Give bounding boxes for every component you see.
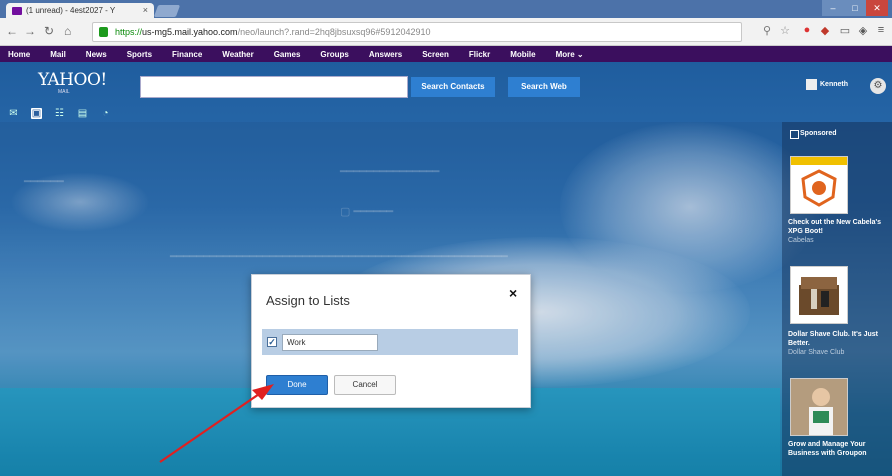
ad-title: Dollar Shave Club. It's Just Better. <box>788 331 878 347</box>
nav-sports[interactable]: Sports <box>127 50 152 59</box>
url-host: us-mg5.mail.yahoo.com <box>142 27 238 37</box>
ad-title: Grow and Manage Your Business with Group… <box>788 441 867 457</box>
nav-flickr[interactable]: Flickr <box>469 50 490 59</box>
list-item[interactable]: ✓ Work <box>262 329 518 355</box>
app-switcher: ✉ ▣ ☷ ▤ ◔ <box>8 108 111 119</box>
ad-text-shave[interactable]: Dollar Shave Club. It's Just Better. Dol… <box>788 330 892 357</box>
gear-icon[interactable]: ⚙ <box>870 78 886 94</box>
nav-weather[interactable]: Weather <box>222 50 253 59</box>
list-name: Work <box>282 334 378 351</box>
close-icon[interactable]: × <box>509 285 517 301</box>
menu-icon[interactable]: ≡ <box>874 24 888 36</box>
ad-source: Cabelas <box>788 237 814 244</box>
nav-answers[interactable]: Answers <box>369 50 402 59</box>
yahoo-favicon-icon <box>12 7 22 15</box>
star-icon[interactable]: ☆ <box>778 24 792 37</box>
cabelas-logo-icon <box>791 157 847 207</box>
yahoo-logo-sub: MAIL <box>58 89 70 95</box>
assign-to-lists-dialog: Assign to Lists × ✓ Work Done Cancel <box>251 274 531 408</box>
yahoo-logo[interactable]: YAHOO! <box>38 70 107 90</box>
url-input[interactable]: https://us-mg5.mail.yahoo.com/neo/launch… <box>92 22 742 42</box>
nav-screen[interactable]: Screen <box>422 50 449 59</box>
extension-icon[interactable]: ● <box>800 24 814 36</box>
calendar-icon[interactable]: ☷ <box>54 108 65 119</box>
ad-image-groupon[interactable] <box>790 378 848 436</box>
sponsored-header: Sponsored <box>790 130 837 139</box>
url-path: /neo/launch?.rand=2hq8jbsuxsq96#59120429… <box>237 27 431 37</box>
tab-title: (1 unread) - 4est2027 - Y <box>26 6 116 15</box>
nav-finance[interactable]: Finance <box>172 50 202 59</box>
nav-groups[interactable]: Groups <box>320 50 348 59</box>
key-icon[interactable]: ⚲ <box>760 24 774 37</box>
home-icon[interactable]: ⌂ <box>64 24 71 38</box>
avatar <box>806 79 817 90</box>
new-tab-button[interactable] <box>153 5 181 17</box>
nav-games[interactable]: Games <box>274 50 301 59</box>
person-photo-icon <box>791 379 847 435</box>
url-scheme: https:// <box>115 27 143 37</box>
lock-icon <box>99 27 108 37</box>
nav-news[interactable]: News <box>86 50 107 59</box>
yahoo-nav-bar: Home Mail News Sports Finance Weather Ga… <box>0 46 892 62</box>
search-input[interactable] <box>140 76 408 98</box>
notepad-icon[interactable]: ▤ <box>77 108 88 119</box>
browser-tabstrip: (1 unread) - 4est2027 - Y × – □ ✕ <box>0 0 892 18</box>
user-name: Kenneth <box>820 81 848 88</box>
ad-image-boot[interactable] <box>790 156 848 214</box>
tab-close-icon[interactable]: × <box>143 5 148 15</box>
dialog-title: Assign to Lists <box>266 293 350 308</box>
browser-tab[interactable]: (1 unread) - 4est2027 - Y × <box>6 3 154 18</box>
done-button[interactable]: Done <box>266 375 328 395</box>
search-web-button[interactable]: Search Web <box>508 77 580 97</box>
ad-text-boot[interactable]: Check out the New Cabela's XPG Boot! Cab… <box>788 218 892 245</box>
window-controls: – □ ✕ <box>822 0 888 16</box>
address-bar: ← → ↻ ⌂ https://us-mg5.mail.yahoo.com/ne… <box>0 18 892 46</box>
shave-box-icon <box>799 277 839 315</box>
nav-home[interactable]: Home <box>8 50 30 59</box>
nav-mobile[interactable]: Mobile <box>510 50 535 59</box>
search-contacts-button[interactable]: Search Contacts <box>411 77 495 97</box>
list-checkbox[interactable]: ✓ <box>267 337 277 347</box>
nav-more[interactable]: More ⌄ <box>556 50 584 59</box>
ad-title: Check out the New Cabela's XPG Boot! <box>788 219 882 235</box>
mail-icon[interactable]: ✉ <box>8 108 19 119</box>
minimize-icon[interactable]: – <box>822 0 844 16</box>
ad-image-shave[interactable] <box>790 266 848 324</box>
forward-icon[interactable]: → <box>24 24 36 38</box>
reload-icon[interactable]: ↻ <box>44 24 54 38</box>
extension2-icon[interactable]: ◈ <box>856 24 870 37</box>
back-icon[interactable]: ← <box>6 24 18 38</box>
messenger-icon[interactable]: ◔ <box>100 108 111 119</box>
maximize-icon[interactable]: □ <box>844 0 866 16</box>
cast-icon[interactable]: ▭ <box>838 24 852 37</box>
ad-text-groupon[interactable]: Grow and Manage Your Business with Group… <box>788 440 892 458</box>
cancel-button[interactable]: Cancel <box>334 375 396 395</box>
pocket-icon[interactable]: ◆ <box>818 24 832 37</box>
window-close-icon[interactable]: ✕ <box>866 0 888 16</box>
ad-source: Dollar Shave Club <box>788 349 845 356</box>
user-menu[interactable]: Kenneth <box>806 79 848 90</box>
nav-mail[interactable]: Mail <box>50 50 66 59</box>
ads-column: Sponsored Check out the New Cabela's XPG… <box>782 122 892 476</box>
contacts-icon[interactable]: ▣ <box>31 108 42 119</box>
